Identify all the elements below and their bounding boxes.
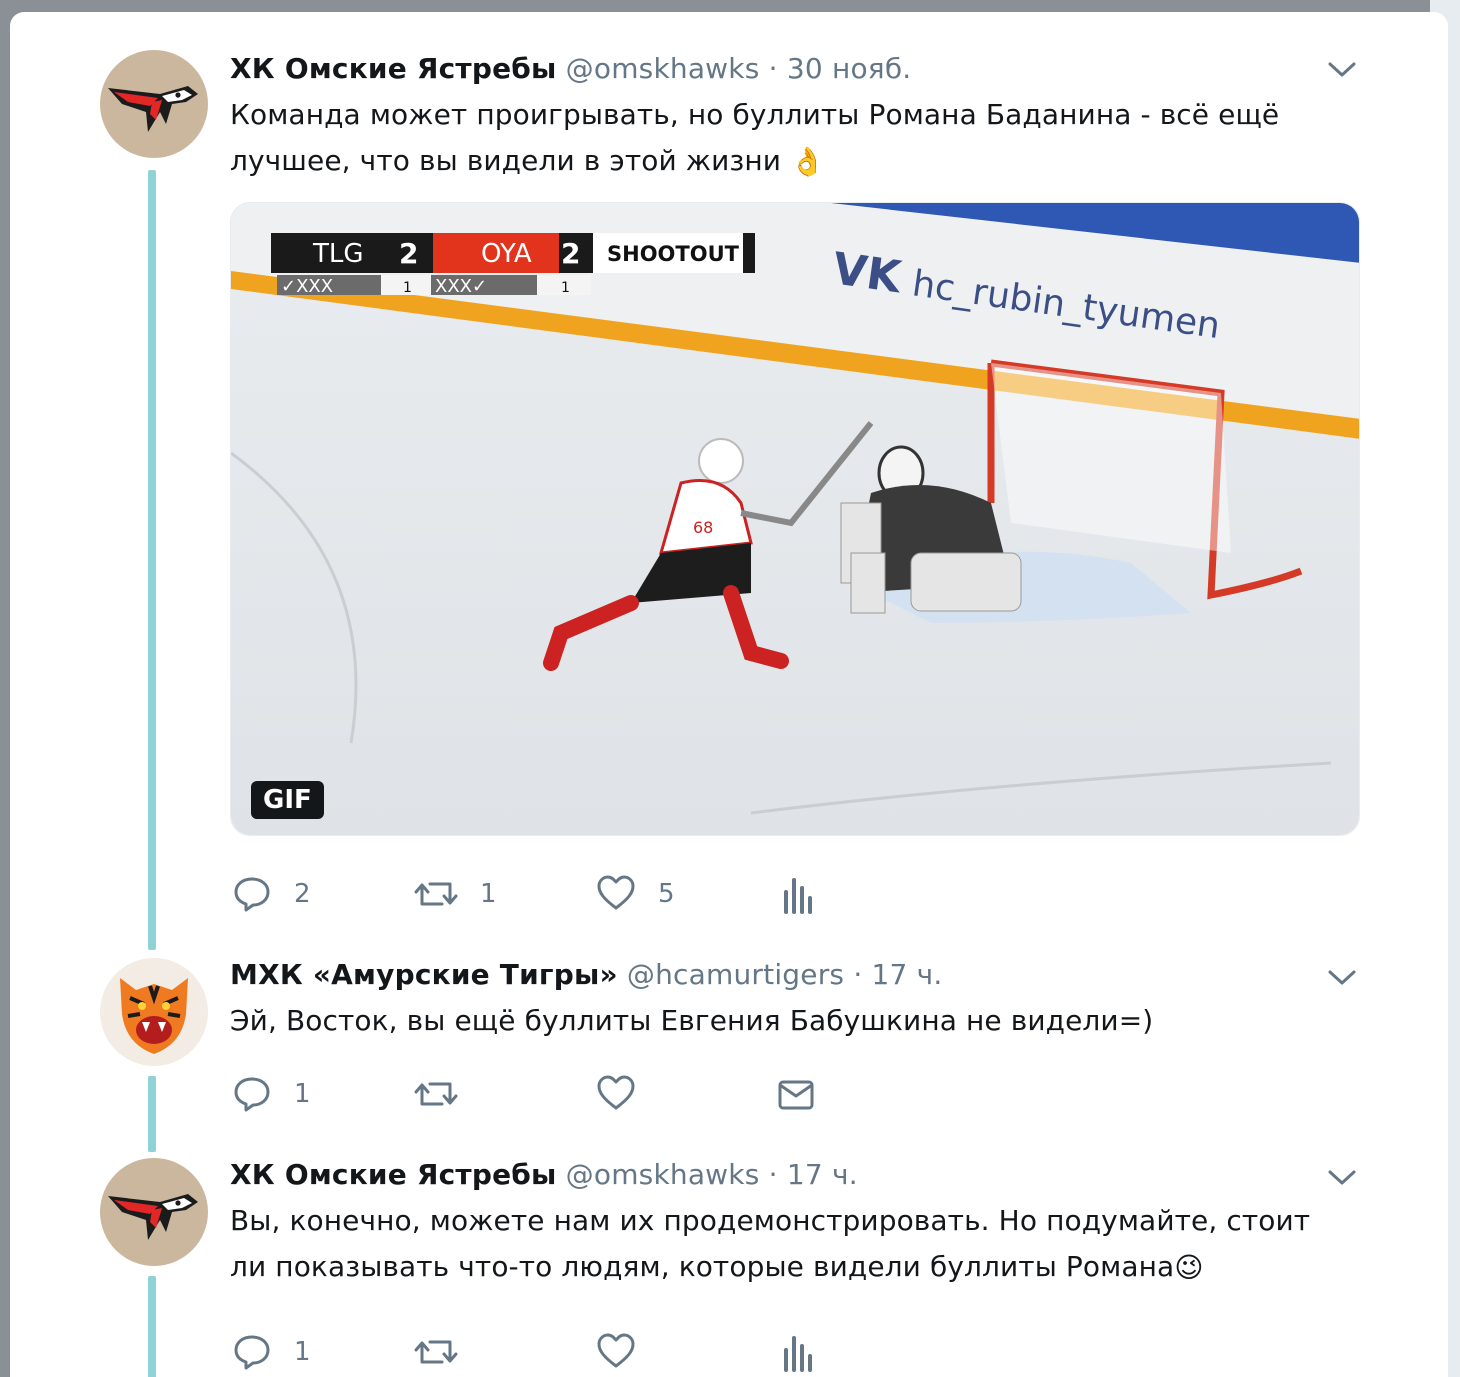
tweet-timestamp[interactable]: 17 ч.	[872, 958, 943, 991]
game-mode: SHOOTOUT	[607, 242, 740, 266]
reply-button[interactable]: 1	[232, 1330, 311, 1374]
tweet-header: ХК Омские Ястребы @omskhawks · 17 ч.	[230, 1158, 858, 1191]
away-goals: 1	[561, 280, 570, 296]
retweet-button[interactable]: 1	[414, 872, 497, 916]
tweet-body: Эй, Восток, вы ещё буллиты Евгения Бабуш…	[230, 1004, 1154, 1037]
home-team: TLG	[312, 239, 364, 269]
tweet-header: ХК Омские Ястребы @omskhawks · 30 нояб.	[230, 52, 911, 85]
reply-icon	[234, 1335, 270, 1370]
tweet-3[interactable]: ХК Омские Ястребы @omskhawks · 17 ч. Вы,…	[10, 1152, 1448, 1377]
thread-line	[148, 170, 156, 950]
retweet-count: 1	[480, 879, 497, 909]
wink-emoji: 😉	[1174, 1251, 1204, 1284]
jersey-number: 68	[693, 518, 713, 537]
tweet-actions: 2 1 5	[230, 872, 870, 916]
analytics-button[interactable]	[780, 1330, 814, 1374]
separator-dot: ·	[768, 52, 778, 85]
like-button[interactable]	[596, 1072, 658, 1116]
thread-line	[148, 1076, 156, 1152]
separator-dot: ·	[768, 1158, 778, 1191]
analytics-icon	[784, 878, 812, 914]
reply-count: 1	[294, 1079, 311, 1109]
tweet-timestamp[interactable]: 17 ч.	[787, 1158, 858, 1191]
like-count: 5	[658, 879, 675, 909]
tweet-text: Эй, Восток, вы ещё буллиты Евгения Бабуш…	[230, 998, 1370, 1044]
chevron-down-icon[interactable]	[1324, 52, 1360, 88]
chevron-down-icon[interactable]	[1324, 960, 1360, 996]
away-team: OYA	[481, 239, 532, 269]
tweet-1[interactable]: ХК Омские Ястребы @omskhawks · 30 нояб. …	[10, 12, 1448, 952]
svg-text:VK: VK	[829, 243, 905, 303]
chevron-down-icon[interactable]	[1324, 1160, 1360, 1196]
tweet-timestamp[interactable]: 30 нояб.	[787, 52, 912, 85]
avatar-hcamurtigers[interactable]	[100, 958, 208, 1066]
tweet-text: Вы, конечно, можете нам их продемонстрир…	[230, 1198, 1330, 1291]
tweet-2[interactable]: МХК «Амурские Тигры» @hcamurtigers · 17 …	[10, 952, 1448, 1152]
retweet-button[interactable]	[414, 1072, 480, 1116]
reply-button[interactable]: 1	[232, 1072, 311, 1116]
retweet-icon	[414, 1340, 458, 1364]
heart-icon	[597, 1075, 635, 1110]
thread-line	[148, 1276, 156, 1377]
hawk-logo-icon	[108, 1194, 198, 1240]
avatar-omskhawks[interactable]	[100, 50, 208, 158]
user-handle[interactable]: @omskhawks	[566, 1158, 760, 1191]
reply-count: 1	[294, 1337, 311, 1367]
like-button[interactable]	[596, 1330, 658, 1374]
tweet-actions: 1	[230, 1330, 870, 1374]
retweet-button[interactable]	[414, 1330, 480, 1374]
reply-count: 2	[294, 879, 311, 909]
tweet-body: Команда может проигрывать, но буллиты Ро…	[230, 98, 1280, 177]
like-button[interactable]: 5	[596, 872, 675, 916]
display-name[interactable]: ХК Омские Ястребы	[230, 1158, 557, 1191]
reply-icon	[234, 877, 270, 912]
gif-media[interactable]: VK hc_rubin_tyumen 68 TLG 2 OYA 2 SHOOTO…	[230, 202, 1360, 836]
conversation-panel: ХК Омские Ястребы @omskhawks · 30 нояб. …	[10, 12, 1448, 1377]
tweet-body: Вы, конечно, можете нам их продемонстрир…	[230, 1204, 1311, 1283]
gif-badge: GIF	[251, 781, 324, 819]
home-attempts: ✓XXX	[281, 276, 333, 297]
tweet-header: МХК «Амурские Тигры» @hcamurtigers · 17 …	[230, 958, 943, 991]
hockey-shootout-image: VK hc_rubin_tyumen 68 TLG 2 OYA 2 SHOOTO…	[231, 203, 1359, 835]
reply-icon	[234, 1077, 270, 1112]
away-score: 2	[561, 237, 580, 270]
user-handle[interactable]: @omskhawks	[566, 52, 760, 85]
heart-icon	[597, 1333, 635, 1368]
separator-dot: ·	[853, 958, 863, 991]
direct-message-button[interactable]	[776, 1072, 816, 1116]
tiger-logo-icon	[120, 978, 188, 1054]
heart-icon	[597, 875, 635, 910]
display-name[interactable]: МХК «Амурские Тигры»	[230, 958, 618, 991]
avatar-omskhawks[interactable]	[100, 1158, 208, 1266]
user-handle[interactable]: @hcamurtigers	[627, 958, 844, 991]
display-name[interactable]: ХК Омские Ястребы	[230, 52, 557, 85]
home-goals: 1	[403, 280, 412, 296]
analytics-icon	[784, 1336, 812, 1372]
away-attempts: XXX✓	[435, 276, 487, 297]
reply-button[interactable]: 2	[232, 872, 311, 916]
home-score: 2	[399, 237, 418, 270]
retweet-icon	[414, 1082, 458, 1106]
hawk-logo-icon	[108, 86, 198, 132]
analytics-button[interactable]	[780, 872, 814, 916]
retweet-icon	[414, 882, 458, 906]
ok-hand-emoji: 👌	[790, 145, 826, 178]
tweet-actions: 1	[230, 1072, 870, 1116]
tweet-text: Команда может проигрывать, но буллиты Ро…	[230, 92, 1370, 185]
envelope-icon	[778, 1080, 814, 1110]
